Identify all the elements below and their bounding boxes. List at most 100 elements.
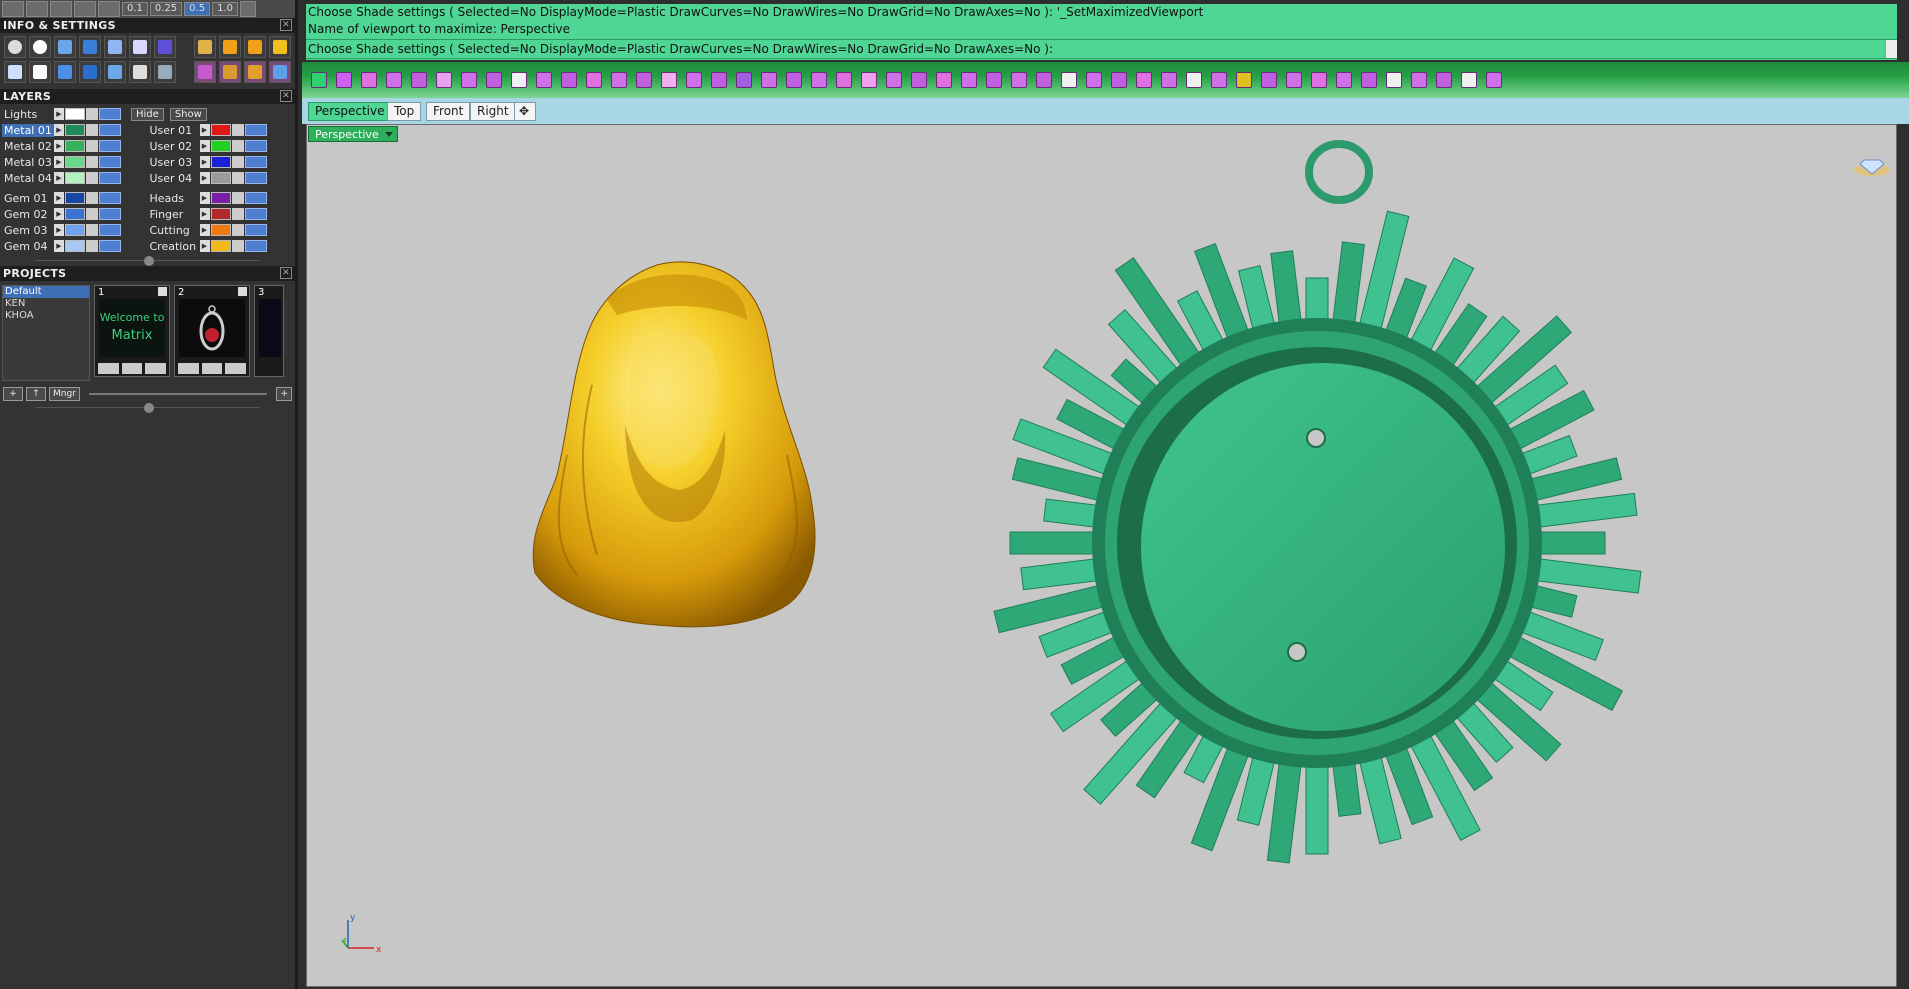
project-item[interactable]: Default	[3, 286, 89, 298]
layer-right-5[interactable]: Finger ▶	[148, 208, 294, 221]
toolbar-tool-icon[interactable]	[1108, 70, 1129, 91]
toolbar-tool-icon[interactable]	[683, 70, 704, 91]
layer-right-4[interactable]: Heads ▶	[148, 192, 294, 205]
layer-color-swatch[interactable]	[210, 140, 231, 152]
toolbar-tool-icon[interactable]	[808, 70, 829, 91]
layer-name[interactable]: Gem 03	[2, 224, 54, 237]
toolbar-tool-icon[interactable]	[333, 70, 354, 91]
edit-icon[interactable]	[129, 36, 151, 58]
layer-name[interactable]: Finger	[148, 208, 200, 221]
layer-name[interactable]: Gem 04	[2, 240, 54, 253]
toolbar-tool-icon[interactable]	[1083, 70, 1104, 91]
layer-color-swatch[interactable]	[65, 172, 85, 184]
toolbar-tool-icon[interactable]	[1283, 70, 1304, 91]
layer-visibility-toggle[interactable]	[244, 140, 267, 152]
layer-name[interactable]: User 01	[148, 124, 200, 137]
layer-name[interactable]: Metal 04	[2, 172, 54, 185]
layer-left-1[interactable]: Metal 02 ▶	[2, 140, 148, 153]
crosshair-icon[interactable]	[239, 1, 256, 17]
play-icon[interactable]: ▶	[54, 108, 64, 120]
layer-visibility-toggle[interactable]	[99, 240, 121, 252]
play-icon[interactable]: ▶	[199, 208, 210, 220]
toolbar-tool-icon[interactable]	[458, 70, 479, 91]
manager-button[interactable]: Mngr	[49, 387, 80, 401]
star-icon[interactable]	[219, 61, 241, 83]
toolbar-tool-icon[interactable]	[1308, 70, 1329, 91]
play-icon[interactable]: ▶	[54, 192, 64, 204]
play-icon[interactable]	[238, 287, 247, 296]
layer-visibility-toggle[interactable]	[244, 240, 267, 252]
project-item[interactable]: KHOA	[3, 310, 89, 322]
toolbar-tool-icon[interactable]	[408, 70, 429, 91]
toolbar-tool-icon[interactable]	[1458, 70, 1479, 91]
thumb-size-slider[interactable]	[88, 393, 268, 395]
toolbar-tool-icon[interactable]	[1333, 70, 1354, 91]
lock-icon[interactable]	[231, 124, 244, 136]
layer-color-swatch[interactable]	[65, 240, 85, 252]
toolbar-tool-icon[interactable]	[783, 70, 804, 91]
settings-gear-icon[interactable]	[4, 36, 26, 58]
play-icon[interactable]: ▶	[199, 172, 210, 184]
gold-jesus-pendant-model[interactable]	[532, 261, 816, 628]
lock-icon[interactable]	[231, 192, 244, 204]
layer-right-7[interactable]: Creation ▶	[148, 240, 294, 253]
layer-right-2[interactable]: User 03 ▶	[148, 156, 294, 169]
lock-icon[interactable]	[86, 140, 98, 152]
wand-icon[interactable]	[269, 61, 291, 83]
lights-swatch[interactable]	[65, 108, 85, 120]
layer-visibility-toggle[interactable]	[99, 208, 121, 220]
close-icon[interactable]: ✕	[280, 267, 292, 279]
snap-value-3[interactable]: 1.0	[212, 2, 238, 16]
layer-right-6[interactable]: Cutting ▶	[148, 224, 294, 237]
layer-visibility-toggle[interactable]	[244, 172, 267, 184]
layer-color-swatch[interactable]	[210, 124, 231, 136]
lock-icon[interactable]	[86, 124, 98, 136]
toolbar-tool-icon[interactable]	[1058, 70, 1079, 91]
play-icon[interactable]: ▶	[54, 208, 64, 220]
layer-color-swatch[interactable]	[210, 224, 231, 236]
osnap-icon[interactable]	[98, 1, 120, 17]
toolbar-tool-icon[interactable]	[508, 70, 529, 91]
document-icon[interactable]	[104, 36, 126, 58]
layer-left-5[interactable]: Gem 02 ▶	[2, 208, 148, 221]
layer-visibility-toggle[interactable]	[99, 192, 121, 204]
play-icon[interactable]	[158, 287, 167, 296]
lock-icon[interactable]	[231, 224, 244, 236]
layer-left-4[interactable]: Gem 01 ▶	[2, 192, 148, 205]
layer-visibility-toggle[interactable]	[99, 156, 121, 168]
lock-icon[interactable]	[231, 172, 244, 184]
layer-color-swatch[interactable]	[210, 240, 231, 252]
toolbar-tool-icon[interactable]	[1008, 70, 1029, 91]
layer-name[interactable]: Metal 01	[2, 123, 54, 137]
play-icon[interactable]: ▶	[199, 224, 210, 236]
viewport-layout-icon[interactable]	[2, 1, 24, 17]
toolbar-tool-icon[interactable]	[933, 70, 954, 91]
layer-left-3[interactable]: Metal 04 ▶	[2, 172, 148, 185]
render-icon[interactable]	[194, 36, 216, 58]
lock-icon[interactable]	[231, 156, 244, 168]
layer-visibility-toggle[interactable]	[99, 224, 121, 236]
layer-color-swatch[interactable]	[65, 192, 85, 204]
toolbar-tool-icon[interactable]	[558, 70, 579, 91]
toolbar-tool-icon[interactable]	[308, 70, 329, 91]
layer-visibility-toggle[interactable]	[99, 172, 121, 184]
layer-name[interactable]: Heads	[148, 192, 200, 205]
toolbar-tool-icon[interactable]	[1358, 70, 1379, 91]
layer-name[interactable]: User 04	[148, 172, 200, 185]
play-icon[interactable]: ▶	[199, 156, 210, 168]
layer-visibility-toggle[interactable]	[244, 192, 267, 204]
thumb-open-button[interactable]	[178, 363, 199, 374]
prism-icon[interactable]	[79, 61, 101, 83]
layer-name[interactable]: Gem 01	[2, 192, 54, 205]
panel-splitter[interactable]	[0, 403, 295, 413]
thumb-delete-button[interactable]	[145, 363, 167, 374]
toolbar-tool-icon[interactable]	[758, 70, 779, 91]
snap-value-1[interactable]: 0.25	[149, 2, 183, 16]
layer-color-swatch[interactable]	[65, 156, 85, 168]
up-project-button[interactable]: ↑	[26, 387, 46, 401]
layer-toggle[interactable]	[99, 108, 121, 120]
layer-left-7[interactable]: Gem 04 ▶	[2, 240, 148, 253]
project-thumb-3[interactable]: 3	[254, 285, 284, 377]
toolbar-tool-icon[interactable]	[983, 70, 1004, 91]
toolbar-tool-icon[interactable]	[1208, 70, 1229, 91]
